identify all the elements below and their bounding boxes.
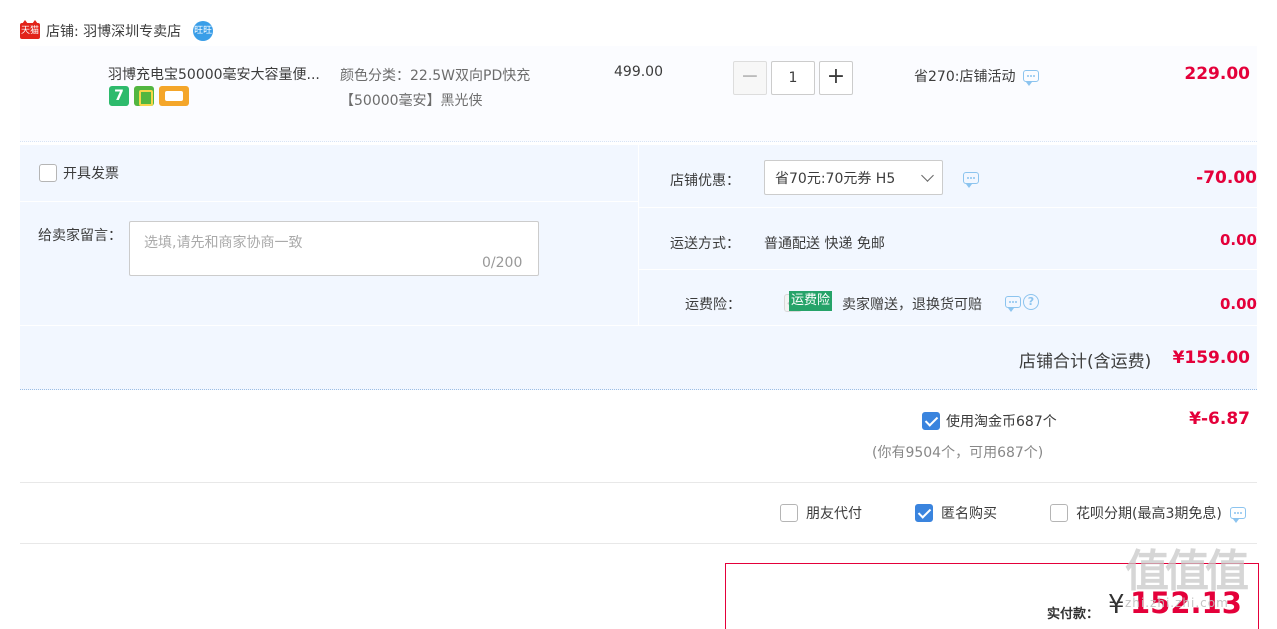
taojinbi-checkbox[interactable] (922, 412, 940, 430)
item-sku: 颜色分类：22.5W双向PD快充 【50000毫安】黑光侠 (340, 64, 530, 114)
sku-line-2: 【50000毫安】黑光侠 (340, 93, 483, 109)
pay-currency: ¥ (1108, 590, 1125, 620)
insurance-text: 卖家赠送，退换货可赔 (842, 297, 982, 313)
divider (20, 482, 1257, 483)
seven-day-return-icon: 7 (109, 86, 129, 106)
guarantee-icon (134, 86, 154, 106)
divider (20, 543, 1257, 544)
taojinbi-available: (你有9504个，可用687个) (872, 445, 1044, 461)
insurance-label: 运费险： (685, 297, 741, 313)
friend-pay-option[interactable]: 朋友代付 (780, 503, 862, 523)
tmall-icon: 天猫 (20, 20, 40, 39)
friend-pay-label: 朋友代付 (806, 506, 862, 522)
shipping-method: 普通配送 快递 免邮 (764, 236, 885, 252)
huabei-checkbox[interactable] (1050, 504, 1068, 522)
qty-minus-button[interactable]: − (733, 61, 767, 95)
insurance-amount: 0.00 (1219, 295, 1257, 313)
taojinbi-label: 使用淘金币687个 (946, 414, 1057, 430)
divider (639, 269, 1257, 270)
message-placeholder: 选填,请先和商家协商一致 (144, 235, 303, 251)
message-label: 给卖家留言： (38, 228, 122, 244)
quantity-stepper: − 1 + (733, 61, 853, 95)
store-total-label: 店铺合计(含运费) (1019, 352, 1152, 372)
huabei-option[interactable]: 花呗分期(最高3期免息) (1050, 503, 1246, 523)
comment-icon[interactable] (963, 172, 979, 188)
item-promo: 省270:店铺活动 (914, 66, 1040, 86)
divider (20, 201, 638, 202)
invoice-label: 开具发票 (63, 166, 119, 182)
wangwang-chat-icon[interactable]: 旺旺 (193, 21, 214, 41)
friend-pay-checkbox[interactable] (780, 504, 798, 522)
panel-divider (638, 145, 639, 325)
credit-card-icon (159, 86, 189, 106)
watermark-url: zhi.zhi.zhi.com (1125, 596, 1229, 610)
shipping-label: 运送方式： (670, 236, 740, 252)
taojinbi-option[interactable]: 使用淘金币687个 (922, 411, 1057, 431)
divider (20, 325, 1257, 326)
huabei-label: 花呗分期(最高3期免息) (1076, 506, 1222, 522)
invoice-checkbox[interactable] (39, 164, 57, 182)
pay-label: 实付款： (1047, 607, 1100, 622)
invoice-option[interactable]: 开具发票 (39, 163, 119, 183)
watermark: 值值值 zhi.zhi.zhi.com (1125, 548, 1267, 628)
qty-plus-button[interactable]: + (819, 61, 853, 95)
store-total-value: ¥159.00 (1172, 348, 1250, 368)
comment-icon[interactable] (1229, 507, 1246, 523)
store-discount-select[interactable]: 省70元:70元券 H5 (764, 160, 943, 195)
chevron-down-icon (921, 169, 934, 182)
shipping-amount: 0.00 (1219, 231, 1257, 249)
promo-text: 省270:店铺活动 (914, 69, 1016, 85)
store-header: 天猫 店铺: 羽博深圳专卖店 旺旺 (20, 20, 214, 42)
item-title[interactable]: 羽博充电宝50000毫安大容量便... (108, 64, 320, 84)
order-item-row (20, 46, 1257, 142)
item-price: 499.00 (614, 64, 663, 80)
divider (639, 207, 1257, 208)
discount-amount: -70.00 (1196, 168, 1257, 188)
store-name[interactable]: 店铺: 羽博深圳专卖店 (46, 21, 181, 41)
store-discount-label: 店铺优惠： (670, 173, 740, 189)
qty-input[interactable]: 1 (771, 61, 815, 95)
comment-icon[interactable] (1005, 296, 1021, 312)
anonymous-label: 匿名购买 (941, 506, 997, 522)
anonymous-checkbox[interactable] (915, 504, 933, 522)
comment-icon[interactable] (1023, 70, 1040, 86)
anonymous-option[interactable]: 匿名购买 (915, 503, 997, 523)
watermark-logo: 值值值 (1125, 546, 1249, 597)
message-char-count: 0/200 (482, 255, 523, 271)
discount-selected-value: 省70元:70元券 H5 (775, 170, 896, 187)
insurance-icons: ? (1005, 294, 1039, 312)
insurance-tag: 运费险 (789, 291, 833, 311)
sku-line-1: 颜色分类：22.5W双向PD快充 (340, 68, 531, 84)
item-subtotal: 229.00 (1184, 64, 1250, 84)
taojinbi-deduction: ¥-6.87 (1189, 409, 1250, 429)
help-icon[interactable]: ? (1023, 294, 1039, 310)
